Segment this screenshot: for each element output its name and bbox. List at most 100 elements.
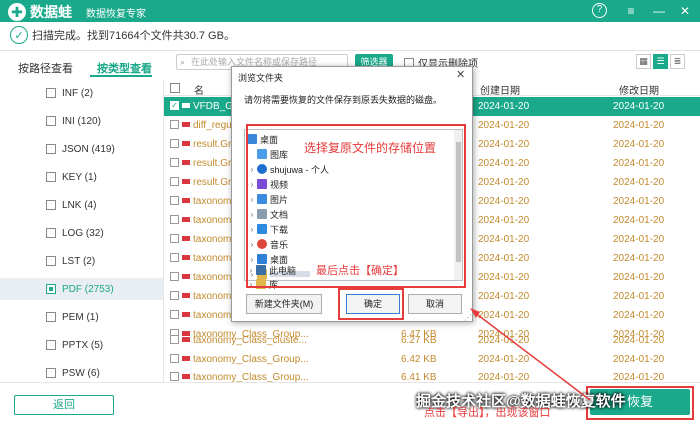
sidebar-item-label: KEY (1) [62, 171, 97, 183]
file-size: 6.41 KB [401, 372, 437, 382]
file-created: 2024-01-20 [478, 253, 530, 264]
sidebar-item-pptx[interactable]: PPTX (5) [0, 334, 163, 356]
checkbox-icon[interactable] [170, 215, 179, 224]
checkbox-icon[interactable] [170, 158, 179, 167]
file-created: 2024-01-20 [478, 291, 530, 302]
checkbox-icon[interactable] [170, 196, 179, 205]
view-toggle: ▦ ☰ ≣ [634, 54, 685, 69]
checkbox-icon[interactable] [170, 372, 179, 381]
sidebar-item-label: LNK (4) [62, 199, 97, 211]
sidebar-item-json[interactable]: JSON (419) [0, 138, 163, 160]
checkbox-icon[interactable]: ✓ [170, 101, 179, 110]
sidebar-item-key[interactable]: KEY (1) [0, 166, 163, 188]
sidebar-item-label: INI (120) [62, 115, 101, 127]
column-created[interactable]: 创建日期 [480, 82, 520, 97]
menu-icon[interactable]: ≡ [622, 2, 640, 20]
search-icon: ⌕ [180, 57, 186, 67]
sidebar-item-label: PEM (1) [62, 311, 99, 323]
checkbox-icon[interactable] [170, 291, 179, 300]
checkbox-icon[interactable] [46, 284, 56, 294]
sidebar-item-pdf[interactable]: PDF (2753) [0, 278, 163, 300]
pdf-icon [182, 337, 190, 342]
file-name: taxonomy_Class_cluste... [193, 335, 307, 346]
detail-view-icon[interactable]: ≣ [670, 54, 685, 69]
pdf-icon [182, 122, 190, 127]
checkbox-icon[interactable] [46, 256, 56, 266]
file-modified: 2024-01-20 [613, 253, 665, 264]
file-created: 2024-01-20 [478, 372, 530, 382]
pdf-icon [182, 312, 190, 317]
pdf-icon [182, 236, 190, 241]
sidebar-item-label: PSW (6) [62, 367, 100, 379]
checkbox-icon[interactable] [46, 200, 56, 210]
checkbox-icon[interactable] [170, 139, 179, 148]
sidebar-item-label: JSON (419) [62, 143, 115, 155]
file-modified: 2024-01-20 [613, 215, 665, 226]
new-folder-button[interactable]: 新建文件夹(M) [246, 294, 322, 314]
grid-view-icon[interactable]: ▦ [636, 54, 651, 69]
app-logo: ✚ 数据蛙 [8, 2, 72, 22]
file-created: 2024-01-20 [478, 196, 530, 207]
annotation-click-ok: 最后点击【确定】 [316, 265, 404, 277]
sidebar-item-label: PPTX (5) [62, 339, 104, 351]
checkbox-icon[interactable] [170, 310, 179, 319]
sidebar-item-ini[interactable]: INI (120) [0, 110, 163, 132]
table-row[interactable]: taxonomy_Class_Group... 6.42 KB 2024-01-20… [164, 350, 700, 369]
file-size: 6.42 KB [401, 354, 437, 365]
checkbox-icon[interactable] [46, 172, 56, 182]
file-size: 6.27 KB [401, 335, 437, 346]
file-created: 2024-01-20 [478, 272, 530, 283]
close-icon[interactable]: ✕ [676, 2, 694, 20]
table-row[interactable]: taxonomy_Class_Group... 6.41 KB 2024-01-20… [164, 368, 700, 382]
file-created: 2024-01-20 [478, 335, 530, 346]
tab-active-indicator [90, 75, 152, 77]
file-created: 2024-01-20 [478, 120, 530, 131]
column-name[interactable]: 名 [194, 82, 204, 97]
checkbox-icon[interactable] [46, 368, 56, 378]
checkbox-icon[interactable] [170, 354, 179, 363]
logo-text: 数据蛙 [30, 4, 72, 20]
checkbox-icon[interactable] [46, 116, 56, 126]
file-type-sidebar: INF (2) INI (120) JSON (419) KEY (1) LNK… [0, 80, 164, 382]
select-all-checkbox[interactable] [170, 83, 180, 93]
checkbox-icon[interactable] [46, 312, 56, 322]
help-icon[interactable]: ? [592, 3, 607, 18]
dialog-close-icon[interactable]: ✕ [456, 68, 465, 81]
sidebar-item-label: LST (2) [62, 255, 96, 267]
back-button[interactable]: 返回 [14, 395, 114, 415]
list-view-icon[interactable]: ☰ [653, 54, 668, 69]
annotation-choose-location: 选择复原文件的存储位置 [304, 141, 437, 155]
checkbox-icon[interactable] [170, 177, 179, 186]
file-created: 2024-01-20 [478, 101, 530, 112]
checkbox-icon[interactable] [46, 340, 56, 350]
checkbox-icon[interactable] [170, 120, 179, 129]
table-row[interactable]: taxonomy_Class_cluste... 6.27 KB 2024-01-2… [164, 331, 700, 350]
checkbox-icon[interactable] [46, 144, 56, 154]
sidebar-item-lst[interactable]: LST (2) [0, 250, 163, 272]
file-created: 2024-01-20 [478, 215, 530, 226]
checkbox-icon[interactable] [170, 253, 179, 262]
checkbox-icon[interactable] [46, 228, 56, 238]
tab-by-path[interactable]: 按路径查看 [18, 60, 73, 76]
file-created: 2024-01-20 [478, 310, 530, 321]
sidebar-item-inf[interactable]: INF (2) [0, 82, 163, 104]
cancel-button[interactable]: 取消 [408, 294, 462, 314]
sidebar-item-psw[interactable]: PSW (6) [0, 362, 163, 382]
sidebar-item-lnk[interactable]: LNK (4) [0, 194, 163, 216]
tab-by-type[interactable]: 按类型查看 [97, 60, 152, 76]
file-modified: 2024-01-20 [613, 196, 665, 207]
checkbox-icon[interactable] [46, 88, 56, 98]
resize-grip-icon[interactable]: ⋰ [464, 313, 472, 322]
checkbox-icon[interactable] [170, 234, 179, 243]
checkbox-icon[interactable] [170, 335, 179, 344]
minimize-icon[interactable]: — [650, 2, 668, 20]
sidebar-item-label: PDF (2753) [62, 283, 114, 295]
sidebar-item-pem[interactable]: PEM (1) [0, 306, 163, 328]
divider [0, 50, 700, 51]
sidebar-item-log[interactable]: LOG (32) [0, 222, 163, 244]
pdf-icon [182, 160, 190, 165]
checkbox-icon[interactable] [170, 272, 179, 281]
pdf-icon [182, 141, 190, 146]
column-modified[interactable]: 修改日期 [619, 82, 659, 97]
file-modified: 2024-01-20 [613, 101, 665, 112]
